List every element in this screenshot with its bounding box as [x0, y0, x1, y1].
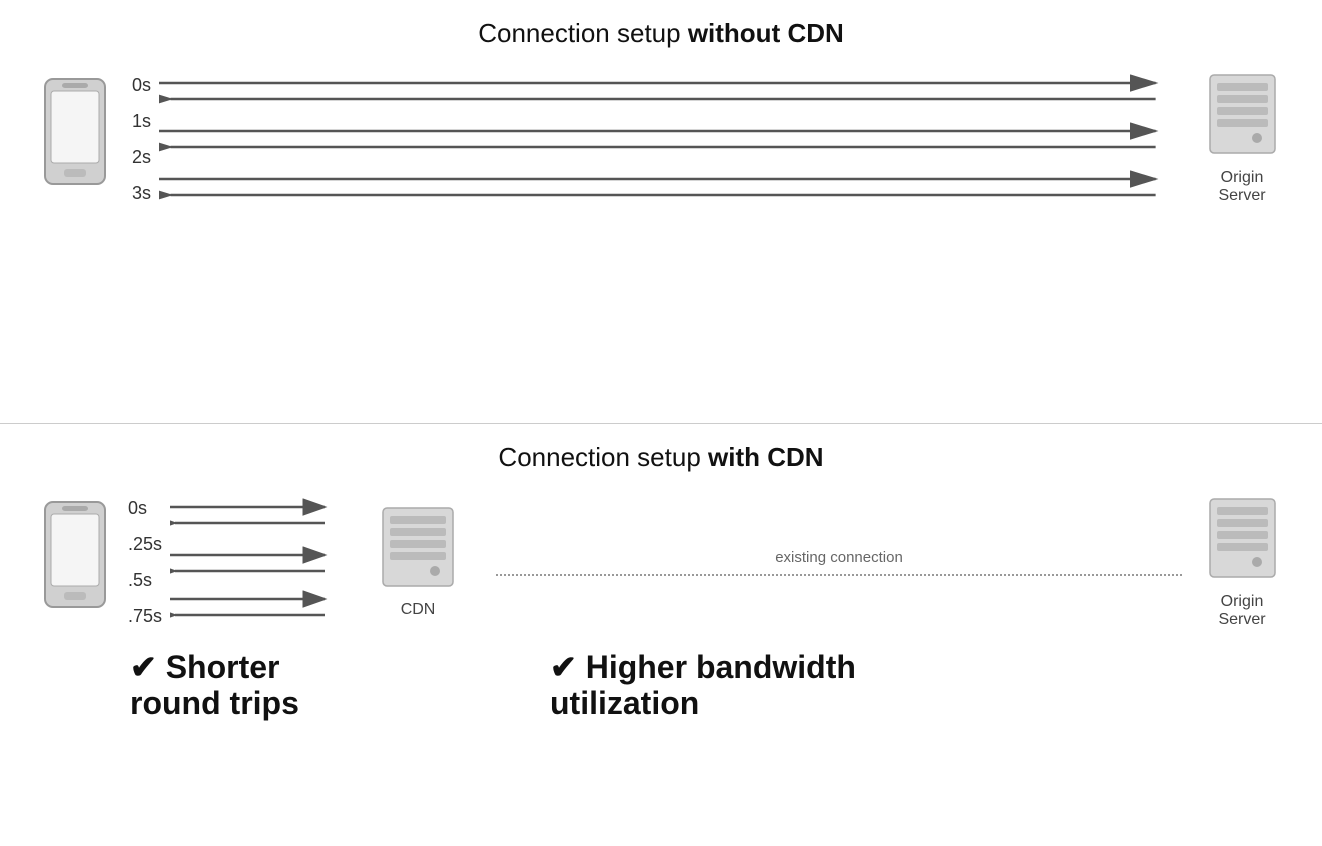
section-with-cdn: Connection setup with CDN 0s .25s .5s	[0, 424, 1322, 846]
bottom-title: Connection setup with CDN	[498, 442, 823, 473]
time-label-75s: .75s	[128, 606, 162, 627]
phone-icon	[40, 77, 120, 202]
main-container: Connection setup without CDN	[0, 0, 1322, 846]
top-title-bold: without CDN	[688, 18, 844, 48]
origin-server-bottom: OriginServer	[1202, 497, 1282, 629]
origin-server-top: OriginServer	[1202, 73, 1282, 205]
benefit-bandwidth-label: ✔ Higher bandwidthutilization	[550, 649, 1282, 723]
top-arrows-svg	[159, 67, 1190, 211]
top-time-labels: 0s 1s 2s 3s	[132, 67, 151, 211]
bottom-left-arrows: 0s .25s .5s .75s	[120, 491, 378, 635]
bottom-title-bold: with CDN	[708, 442, 824, 472]
bottom-cdn-arrows-svg	[170, 491, 370, 635]
existing-connection-area: existing connection	[476, 549, 1202, 576]
dotted-line	[496, 574, 1182, 576]
section-without-cdn: Connection setup without CDN	[0, 0, 1322, 424]
time-label-5s: .5s	[128, 570, 162, 591]
time-label-1s: 1s	[132, 111, 151, 132]
benefit-shorter: ✔ Shorterround trips	[130, 649, 550, 723]
time-label-3s: 3s	[132, 183, 151, 204]
top-diagram-row: 0s 1s 2s 3s	[40, 67, 1282, 211]
top-title: Connection setup without CDN	[478, 18, 844, 49]
bottom-diagram-row: 0s .25s .5s .75s	[40, 491, 1282, 635]
time-label-0s-bottom: 0s	[128, 498, 162, 519]
origin-server-top-label: OriginServer	[1218, 169, 1265, 205]
time-label-25s: .25s	[128, 534, 162, 555]
existing-connection-label: existing connection	[775, 549, 903, 566]
time-label-0s: 0s	[132, 75, 151, 96]
time-label-2s: 2s	[132, 147, 151, 168]
benefit-shorter-label: ✔ Shorterround trips	[130, 649, 550, 723]
cdn-label: CDN	[401, 601, 436, 619]
cdn-server: CDN	[378, 506, 458, 619]
benefit-bandwidth: ✔ Higher bandwidthutilization	[550, 649, 1282, 723]
bottom-benefits-row: ✔ Shorterround trips ✔ Higher bandwidthu…	[40, 649, 1282, 723]
phone-icon-bottom	[40, 500, 120, 625]
top-arrows-area: 0s 1s 2s 3s	[120, 67, 1202, 211]
origin-server-bottom-label: OriginServer	[1218, 593, 1265, 629]
bottom-time-labels: 0s .25s .5s .75s	[128, 491, 162, 635]
